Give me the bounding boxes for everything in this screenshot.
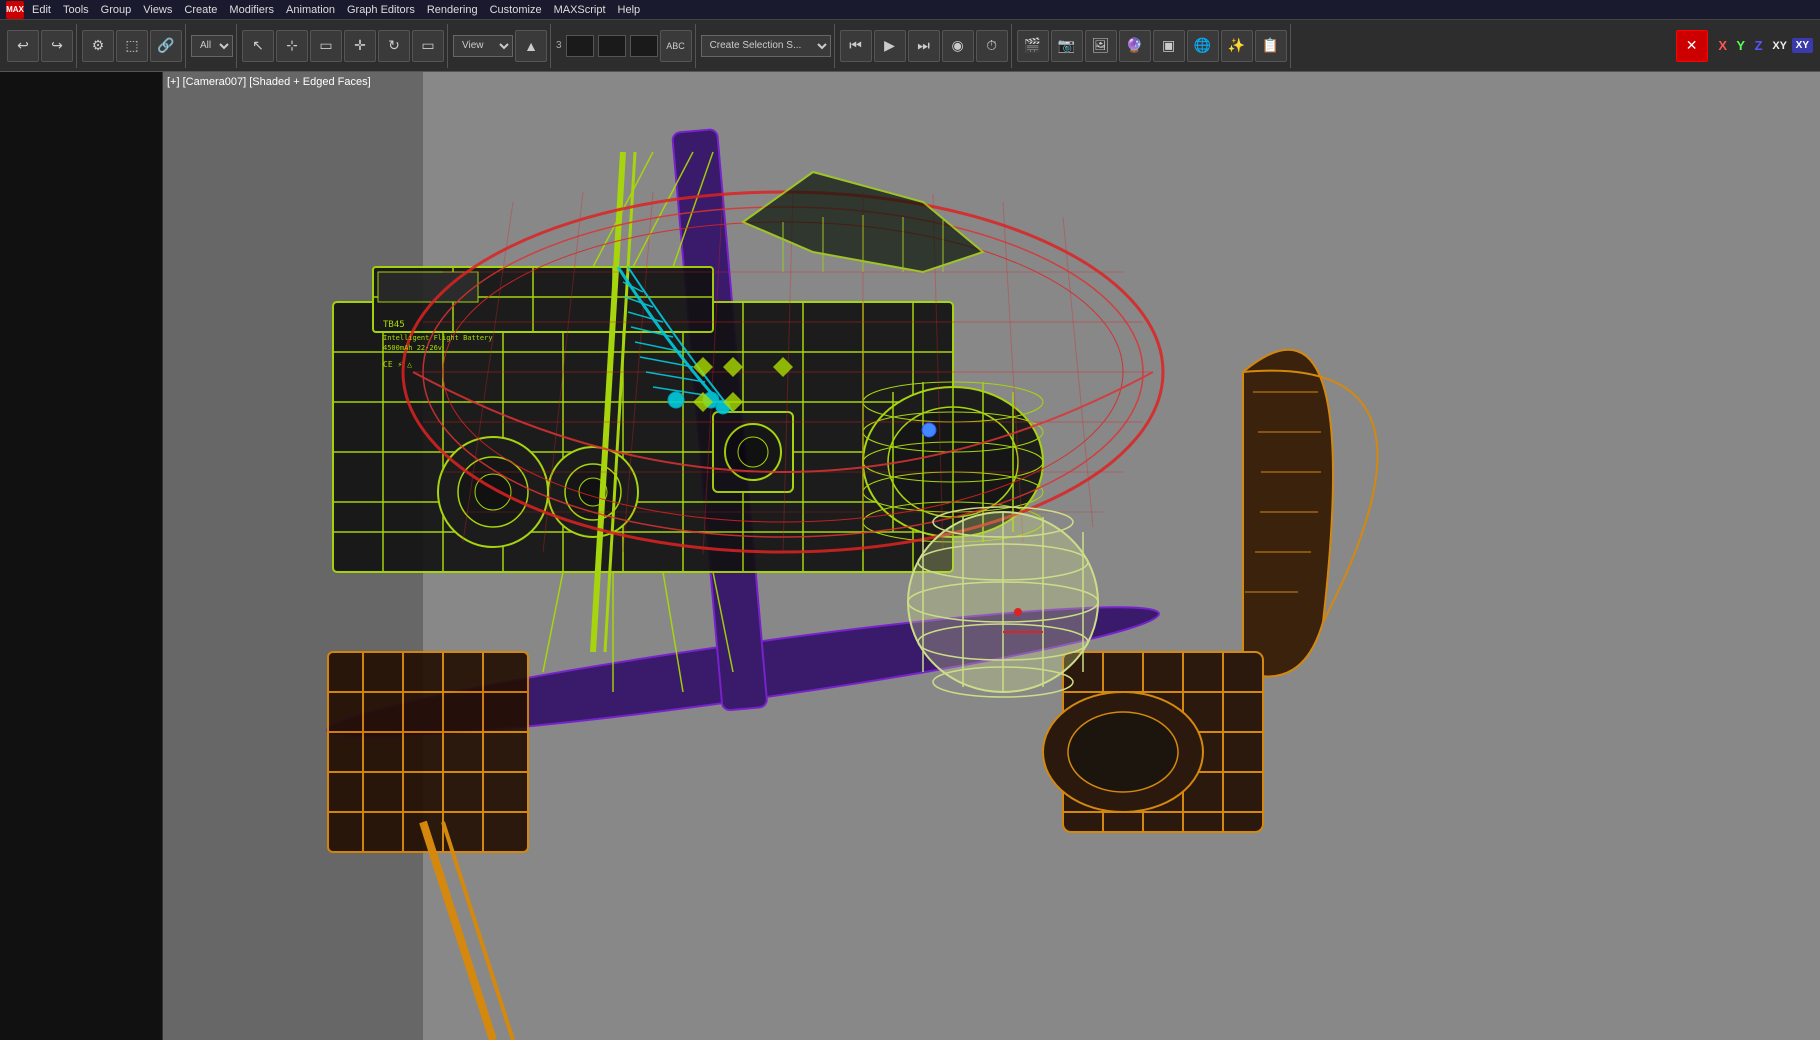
menu-edit[interactable]: Edit [32, 4, 51, 16]
render-button[interactable]: 📷 [1051, 30, 1083, 62]
render-to-texture-button[interactable]: 🖼 [1085, 30, 1117, 62]
viewport[interactable]: [+] [Camera007] [Shaded + Edged Faces] [163, 72, 1820, 1040]
view-extra-button[interactable]: ▲ [515, 30, 547, 62]
filter-dropdown[interactable]: All [191, 35, 233, 57]
axis-y-label: Y [1732, 38, 1750, 53]
move-button[interactable]: ✛ [344, 30, 376, 62]
axis-group: ✕ X Y Z XY XY [1673, 24, 1816, 68]
coord-x[interactable] [566, 35, 594, 57]
select-button[interactable]: ↖ [242, 30, 274, 62]
coord-y[interactable] [598, 35, 626, 57]
left-panel [0, 72, 163, 1040]
axis-x-label: X [1714, 38, 1732, 53]
main-area: [+] [Camera007] [Shaded + Edged Faces] [0, 72, 1820, 1040]
scale-button[interactable]: ▭ [412, 30, 444, 62]
key-mode-button[interactable]: ◉ [942, 30, 974, 62]
menu-bar: Edit Tools Group Views Create Modifiers … [32, 4, 640, 16]
prev-frame-button[interactable]: ⏮ [840, 30, 872, 62]
select-region-button[interactable]: ⬚ [116, 30, 148, 62]
coord-z[interactable] [630, 35, 658, 57]
menu-graph-editors[interactable]: Graph Editors [347, 4, 415, 16]
max-logo: MAX [6, 1, 24, 19]
axis-xy2-label: XY [1792, 38, 1813, 53]
axis-xy-label: XY [1768, 40, 1792, 52]
effects-button[interactable]: ✨ [1221, 30, 1253, 62]
select-move-button[interactable]: ⊹ [276, 30, 308, 62]
menu-customize[interactable]: Customize [490, 4, 542, 16]
menu-maxscript[interactable]: MAXScript [554, 4, 606, 16]
svg-text:Intelligent Flight Battery: Intelligent Flight Battery [383, 334, 493, 342]
filter-group: All [188, 24, 237, 68]
create-selection-group: Create Selection S... [698, 24, 835, 68]
environment-button[interactable]: 🌐 [1187, 30, 1219, 62]
menu-modifiers[interactable]: Modifiers [229, 4, 274, 16]
selection-tools-group: ⚙ ⬚ 🔗 [79, 24, 186, 68]
menu-views[interactable]: Views [143, 4, 172, 16]
svg-text:TB45: TB45 [383, 320, 405, 330]
rectangular-select-button[interactable]: ▭ [310, 30, 342, 62]
rotate-button[interactable]: ↻ [378, 30, 410, 62]
time-config-button[interactable]: ⏱ [976, 30, 1008, 62]
view-mode-dropdown[interactable]: View [453, 35, 513, 57]
menu-create[interactable]: Create [184, 4, 217, 16]
coordinates-group: 3 ABC [553, 24, 696, 68]
svg-text:CE ⚡ △: CE ⚡ △ [383, 360, 412, 369]
create-selection-dropdown[interactable]: Create Selection S... [701, 35, 831, 57]
render-message-button[interactable]: 📋 [1255, 30, 1287, 62]
main-toolbar: ↩ ↪ ⚙ ⬚ 🔗 All ↖ ⊹ ▭ ✛ ↻ ▭ View ▲ 3 [0, 20, 1820, 72]
render-tools-group: 🎬 📷 🖼 🔮 ▣ 🌐 ✨ 📋 [1014, 24, 1291, 68]
view-mode-group: View ▲ [450, 24, 551, 68]
coord-type-button[interactable]: ABC [660, 30, 692, 62]
next-frame-button[interactable]: ⏭ [908, 30, 940, 62]
play-button[interactable]: ▶ [874, 30, 906, 62]
transform-tools-group: ↖ ⊹ ▭ ✛ ↻ ▭ [239, 24, 448, 68]
render-setup-button[interactable]: 🎬 [1017, 30, 1049, 62]
menu-animation[interactable]: Animation [286, 4, 335, 16]
undo-button[interactable]: ↩ [7, 30, 39, 62]
axis-labels: X Y Z XY XY [1714, 38, 1813, 53]
menu-help[interactable]: Help [618, 4, 641, 16]
title-bar: MAX Edit Tools Group Views Create Modifi… [0, 0, 1820, 20]
coord-display: 3 [556, 35, 658, 57]
close-button[interactable]: ✕ [1676, 30, 1708, 62]
svg-text:4500mAh 22-26v: 4500mAh 22-26v [383, 344, 442, 352]
select-tool-button[interactable]: ⚙ [82, 30, 114, 62]
scene-viewport[interactable]: TB45 Intelligent Flight Battery 4500mAh … [163, 72, 1820, 1040]
undo-redo-group: ↩ ↪ [4, 24, 77, 68]
redo-button[interactable]: ↪ [41, 30, 73, 62]
menu-rendering[interactable]: Rendering [427, 4, 478, 16]
link-button[interactable]: 🔗 [150, 30, 182, 62]
render-frame-button[interactable]: ▣ [1153, 30, 1185, 62]
material-editor-button[interactable]: 🔮 [1119, 30, 1151, 62]
playback-group: ⏮ ▶ ⏭ ◉ ⏱ [837, 24, 1012, 68]
axis-z-label: Z [1750, 38, 1768, 53]
menu-tools[interactable]: Tools [63, 4, 89, 16]
menu-group[interactable]: Group [101, 4, 132, 16]
